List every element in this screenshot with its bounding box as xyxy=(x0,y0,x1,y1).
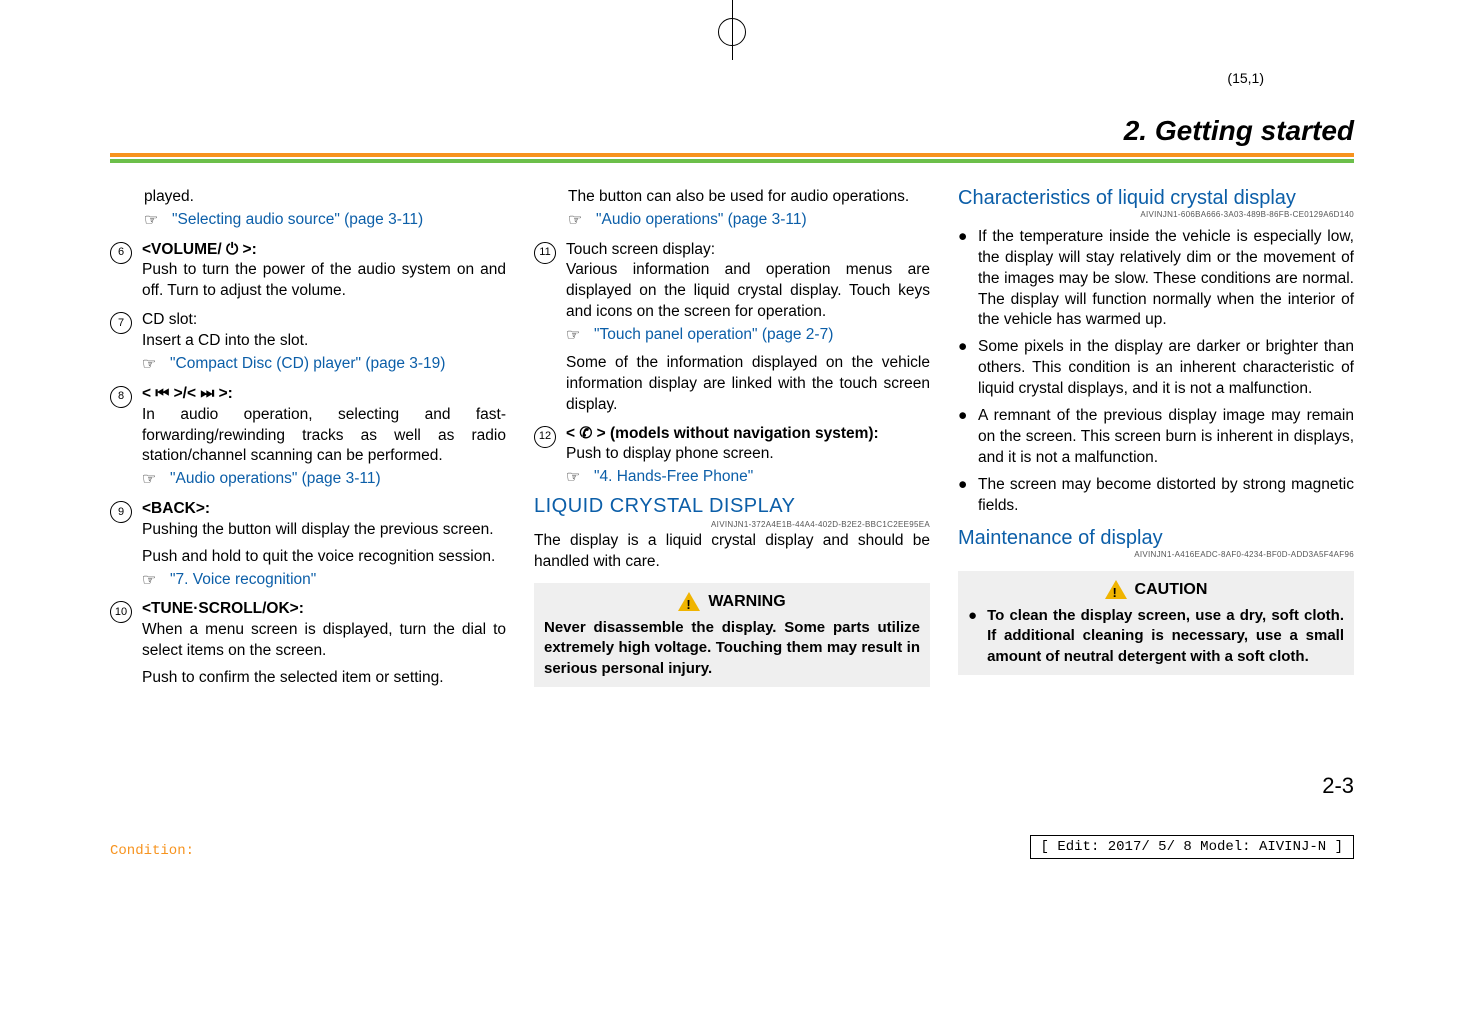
char-bullet-4: The screen may become distorted by stron… xyxy=(978,475,1354,517)
condition-label: Condition: xyxy=(110,843,194,859)
warning-body: Never disassemble the display. Some part… xyxy=(544,618,920,679)
pointer-icon: ☞ xyxy=(144,210,166,232)
bullet-icon: ● xyxy=(958,475,968,517)
warning-title: WARNING xyxy=(708,591,785,613)
char-bullet-2: Some pixels in the display are darker or… xyxy=(978,337,1354,400)
ref-audio-ops-1: "Audio operations" (page 3-11) xyxy=(170,469,381,490)
cd-slot-label: CD slot: xyxy=(142,310,506,331)
touch-display-body: Various information and operation menus … xyxy=(566,260,930,323)
edit-info-box: [ Edit: 2017/ 5/ 8 Model: AIVINJ-N ] xyxy=(1030,835,1354,859)
caution-icon: ! xyxy=(1105,580,1127,599)
page-content: 2. Getting started played. ☞ "Selecting … xyxy=(110,115,1354,689)
pointer-icon: ☞ xyxy=(142,570,164,592)
cd-slot-body: Insert a CD into the slot. xyxy=(142,331,506,352)
crop-mark-circle xyxy=(718,18,746,46)
item-number-10: 10 xyxy=(110,601,132,623)
ref-voice-recognition: "7. Voice recognition" xyxy=(170,570,316,591)
seek-label: < ⏮ >/< ⏭ >: xyxy=(142,384,506,405)
pointer-icon: ☞ xyxy=(566,467,588,489)
ref-cd-player: "Compact Disc (CD) player" (page 3-19) xyxy=(170,354,445,375)
ref-touch-panel: "Touch panel operation" (page 2-7) xyxy=(594,325,833,346)
tune-body1: When a menu screen is displayed, turn th… xyxy=(142,620,506,662)
touch-display-body2: Some of the information displayed on the… xyxy=(566,353,930,416)
pointer-icon: ☞ xyxy=(566,325,588,347)
column-2: The button can also be used for audio op… xyxy=(534,187,930,689)
phone-label: < ✆ > (models without navigation system)… xyxy=(566,424,930,445)
seek-body: In audio operation, selecting and fast-f… xyxy=(142,405,506,468)
item-number-9: 9 xyxy=(110,501,132,523)
item-number-12: 12 xyxy=(534,426,556,448)
lcd-body: The display is a liquid crystal display … xyxy=(534,531,930,573)
maintenance-id: AIVINJN1-A416EADC-8AF0-4234-BF0D-ADD3A5F… xyxy=(958,550,1354,561)
sheet-coordinate: (15,1) xyxy=(1227,70,1264,86)
warning-box: ! WARNING Never disassemble the display.… xyxy=(534,583,930,687)
column-1: played. ☞ "Selecting audio source" (page… xyxy=(110,187,506,689)
warning-icon: ! xyxy=(678,592,700,611)
lcd-heading: LIQUID CRYSTAL DISPLAY xyxy=(534,493,930,520)
column-3: Characteristics of liquid crystal displa… xyxy=(958,187,1354,689)
ref-hands-free: "4. Hands-Free Phone" xyxy=(594,467,753,488)
touch-display-label: Touch screen display: xyxy=(566,240,930,261)
volume-label: <VOLUME/ ⏻ >: xyxy=(142,240,506,261)
chapter-title: 2. Getting started xyxy=(110,115,1354,153)
tune-label: <TUNE·SCROLL/OK>: xyxy=(142,599,506,620)
pointer-icon: ☞ xyxy=(142,354,164,376)
characteristics-id: AIVINJN1-606BA666-3A03-489B-86FB-CE0129A… xyxy=(958,210,1354,221)
bullet-icon: ● xyxy=(958,337,968,400)
back-body2: Push and hold to quit the voice recognit… xyxy=(142,547,506,568)
item-number-7: 7 xyxy=(110,312,132,334)
tune-body2: Push to confirm the selected item or set… xyxy=(142,668,506,689)
pointer-icon: ☞ xyxy=(142,469,164,491)
pointer-icon: ☞ xyxy=(568,210,590,232)
rule-green xyxy=(110,159,1354,163)
bullet-icon: ● xyxy=(958,406,968,469)
continued-text: played. ☞ "Selecting audio source" (page… xyxy=(144,187,506,232)
bullet-icon: ● xyxy=(958,227,968,332)
characteristics-heading: Characteristics of liquid crystal displa… xyxy=(958,187,1354,210)
page-number: 2-3 xyxy=(1322,773,1354,799)
caution-box: ! CAUTION ● To clean the display screen,… xyxy=(958,571,1354,675)
phone-body: Push to display phone screen. xyxy=(566,444,930,465)
caution-body-text: To clean the display screen, use a dry, … xyxy=(987,606,1344,667)
caution-title: CAUTION xyxy=(1135,579,1208,601)
back-body1: Pushing the button will display the prev… xyxy=(142,520,506,541)
item-number-11: 11 xyxy=(534,242,556,264)
char-bullet-1: If the temperature inside the vehicle is… xyxy=(978,227,1354,332)
item-number-8: 8 xyxy=(110,386,132,408)
columns: played. ☞ "Selecting audio source" (page… xyxy=(110,187,1354,689)
char-bullet-3: A remnant of the previous display image … xyxy=(978,406,1354,469)
lcd-id: AIVINJN1-372A4E1B-44A4-402D-B2E2-BBC1C2E… xyxy=(534,520,930,531)
ref-audio-ops-2: "Audio operations" (page 3-11) xyxy=(596,210,807,231)
ref-selecting-audio: "Selecting audio source" (page 3-11) xyxy=(172,210,423,231)
maintenance-heading: Maintenance of display xyxy=(958,527,1354,550)
back-label: <BACK>: xyxy=(142,499,506,520)
button-audio-cont: The button can also be used for audio op… xyxy=(568,187,930,208)
volume-body: Push to turn the power of the audio syst… xyxy=(142,260,506,302)
rule-orange xyxy=(110,153,1354,157)
bullet-icon: ● xyxy=(968,606,977,667)
item-number-6: 6 xyxy=(110,242,132,264)
played-text: played. xyxy=(144,188,194,205)
